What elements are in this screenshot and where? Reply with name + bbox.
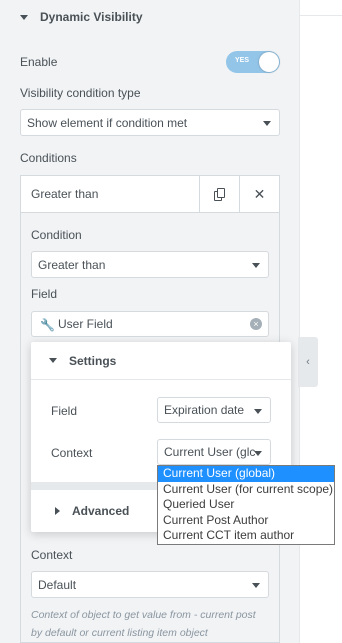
caret-down-icon bbox=[252, 263, 260, 268]
visibility-type-value: Show element if condition met bbox=[27, 115, 188, 130]
dropdown-option[interactable]: Queried User bbox=[158, 497, 334, 513]
section-dynamic-visibility-header[interactable]: Dynamic Visibility bbox=[0, 0, 300, 34]
advanced-label: Advanced bbox=[72, 504, 130, 518]
settings-popover-header[interactable]: Settings bbox=[31, 342, 291, 380]
dropdown-option[interactable]: Current User (for current scope) bbox=[158, 482, 334, 498]
wrench-icon[interactable]: 🔧 bbox=[40, 318, 55, 332]
collapse-panel-button[interactable]: ‹ bbox=[298, 337, 318, 387]
divider bbox=[300, 0, 342, 16]
context-field-value: Default bbox=[38, 577, 77, 592]
preview-area bbox=[300, 0, 342, 643]
visibility-type-select[interactable]: Show element if condition met bbox=[20, 109, 280, 136]
visibility-type-label: Visibility condition type bbox=[20, 86, 141, 100]
dropdown-option[interactable]: Current CCT item author bbox=[158, 528, 334, 544]
settings-field-value: Expiration date bbox=[164, 403, 245, 417]
caret-down-icon bbox=[263, 121, 271, 126]
context-hint-line2: by default or current listing item objec… bbox=[31, 627, 208, 639]
toggle-text: YES bbox=[235, 57, 250, 64]
settings-context-label: Context bbox=[51, 446, 93, 460]
caret-down-icon bbox=[254, 409, 262, 414]
chevron-left-icon: ‹ bbox=[306, 356, 310, 368]
duplicate-button[interactable] bbox=[199, 176, 239, 213]
toggle-knob bbox=[259, 52, 279, 72]
caret-down-icon bbox=[20, 14, 28, 20]
context-field-select[interactable]: Default bbox=[31, 571, 269, 598]
editor-panel: Dynamic Visibility Enable YES Visibility… bbox=[0, 0, 300, 643]
context-field-label: Context bbox=[31, 548, 73, 562]
settings-field-label: Field bbox=[51, 404, 78, 418]
caret-right-icon bbox=[55, 507, 60, 515]
copy-icon bbox=[213, 188, 226, 201]
remove-button[interactable]: ✕ bbox=[239, 176, 279, 213]
condition-value: Greater than bbox=[38, 257, 106, 272]
condition-item-title: Greater than bbox=[31, 187, 99, 201]
condition-label: Condition bbox=[31, 228, 82, 242]
caret-down-icon bbox=[252, 583, 260, 588]
settings-context-value: Current User (glc bbox=[164, 445, 256, 459]
settings-context-select[interactable]: Current User (glc bbox=[157, 439, 271, 465]
context-dropdown-list: Current User (global) Current User (for … bbox=[157, 465, 335, 545]
enable-toggle[interactable]: YES bbox=[226, 51, 280, 73]
context-hint-line1: Context of object to get value from - cu… bbox=[31, 609, 256, 621]
close-icon: ✕ bbox=[253, 186, 266, 202]
conditions-label: Conditions bbox=[20, 151, 77, 165]
enable-label: Enable bbox=[20, 55, 58, 69]
section-title: Dynamic Visibility bbox=[40, 10, 143, 24]
field-label: Field bbox=[31, 287, 58, 301]
condition-select[interactable]: Greater than bbox=[31, 251, 269, 278]
dropdown-option[interactable]: Current User (global) bbox=[158, 466, 334, 482]
clear-icon[interactable]: × bbox=[250, 318, 262, 330]
settings-field-select[interactable]: Expiration date bbox=[157, 397, 271, 423]
caret-down-icon bbox=[49, 358, 57, 363]
settings-title: Settings bbox=[69, 353, 117, 368]
dropdown-option[interactable]: Current Post Author bbox=[158, 513, 334, 529]
caret-down-icon bbox=[254, 451, 262, 456]
field-value: User Field bbox=[58, 317, 113, 331]
field-input[interactable]: 🔧 User Field × bbox=[31, 311, 269, 337]
